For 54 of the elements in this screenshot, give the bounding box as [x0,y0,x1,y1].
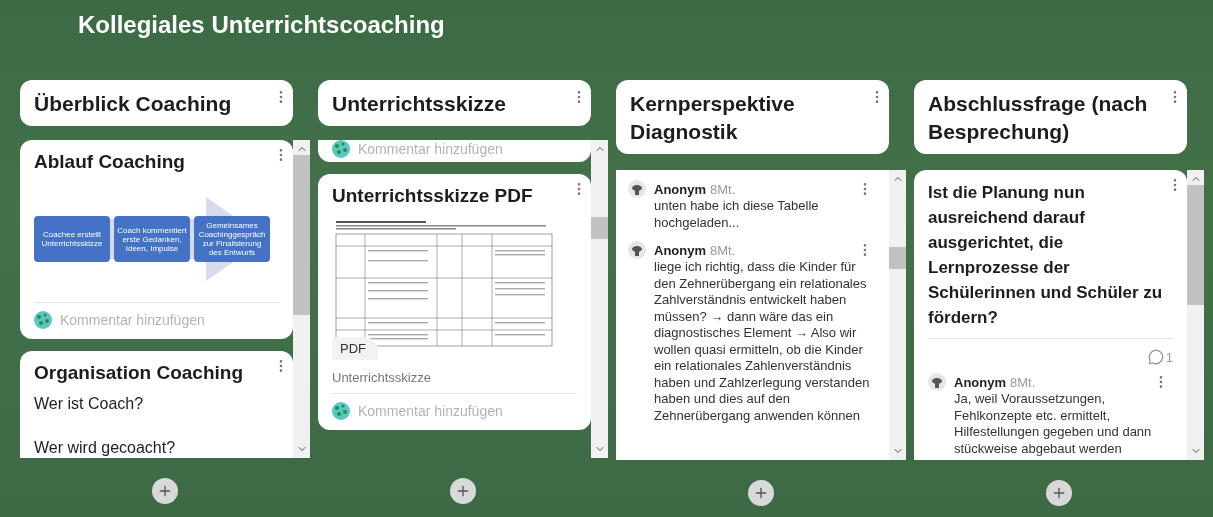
scrollbar[interactable] [293,140,310,458]
post-text: Wer ist Coach? [34,394,145,414]
comment-time: 8Mt. [710,242,736,258]
scrollbar[interactable] [889,170,906,460]
post-title: Organisation Coaching [34,361,245,385]
column-header[interactable]: Abschlussfrage (nach Besprechung) [914,80,1187,154]
add-post-button[interactable] [1046,480,1072,506]
scrollbar-thumb[interactable] [293,155,310,315]
plus-icon [157,483,173,499]
post-card[interactable] [914,170,1187,460]
comment-icon [1147,349,1164,365]
post-card[interactable]: Unterrichtsskizze PDF PDF Unterrichtsskizze Kommentar hinzufügen [318,174,591,430]
plus-icon [1051,485,1067,501]
anonymous-avatar-icon [628,180,646,198]
post-title: Ablauf Coaching [34,150,186,174]
post-title: Ist die Planung nun ausreichend darauf ausgerichtet, die Lernprozesse der Schülerinnen und Schüler zu fördern? [928,182,1164,329]
post-card[interactable]: Ablauf Coaching Coachee erstellt Unterrichtsskizze Coach kommentiert erste Gedanken, Ideen, Impulse Gemeinsames Coachinggespräch zur Finalisierung des Entwurfs Kommentar hinzufügen [20,140,293,339]
comment-text: Ja, weil Voraussetzungen, Fehlkonzepte etc. ermittelt, Hilfestellungen gegeben und dann stückweise abgebaut werden [954,391,1153,457]
scrollbar-thumb[interactable] [1187,185,1204,305]
column-header[interactable]: Überblick Coaching [20,80,293,126]
add-post-button[interactable] [152,478,178,504]
process-step: Coachee erstellt Unterrichtsskizze [34,216,110,262]
avatar-icon [332,402,350,420]
plus-icon [455,483,471,499]
scrollbar-thumb[interactable] [889,247,906,269]
post-card[interactable]: Organisation Coaching Wer ist Coach? Wer wird gecoacht? [20,351,293,458]
scrollbar[interactable] [591,140,608,458]
scrollbar-thumb[interactable] [591,217,608,239]
anonymous-avatar-icon [928,373,946,391]
process-step: Gemeinsames Coachinggespräch zur Finalisierung des Entwurfs [194,216,270,262]
anonymous-avatar-icon [628,241,646,259]
column-header[interactable]: Unterrichtsskizze [318,80,591,126]
comment-time: 8Mt. [710,181,736,197]
scrollbar[interactable] [1187,170,1204,460]
avatar-icon [332,140,350,158]
avatar-icon [34,311,52,329]
file-type-label: PDF [332,337,378,360]
process-step: Coach kommentiert erste Gedanken, Ideen, Impulse [114,216,190,262]
add-post-button[interactable] [748,480,774,506]
post-title: Unterrichtsskizze PDF [332,184,534,208]
attachment-caption: Unterrichtsskizze [332,370,432,385]
comment-author: Anonym [654,181,706,197]
comment-author: Anonym [954,374,1006,390]
comment-text: unten habe ich diese Tabelle hochgeladen... [654,198,820,231]
comment-count: 1 [1165,349,1173,365]
comment-author: Anonym [654,242,706,258]
plus-icon [753,485,769,501]
post-card[interactable] [616,170,889,460]
add-post-button[interactable] [450,478,476,504]
board-title: Kollegiales Unterrichtscoaching [77,10,446,40]
comment-text: liege ich richtig, dass die Kinder für den Zehnerübergang ein relationales Zahlverständnis entwickelt haben müssen? → dann wäre das ein diagnostisches Element → Also wir wollen quasi ermitteln, ob die Kinder ein relationales Zahlenverständnis haben und Zahlzerlegung verstanden haben und dies auf den Zehnerübergang anwenden können [654,259,871,424]
column-header[interactable]: Kernperspektive Diagnostik [616,80,889,154]
post-text: Wer wird gecoacht? [34,438,177,458]
comment-time: 8Mt. [1010,374,1036,390]
